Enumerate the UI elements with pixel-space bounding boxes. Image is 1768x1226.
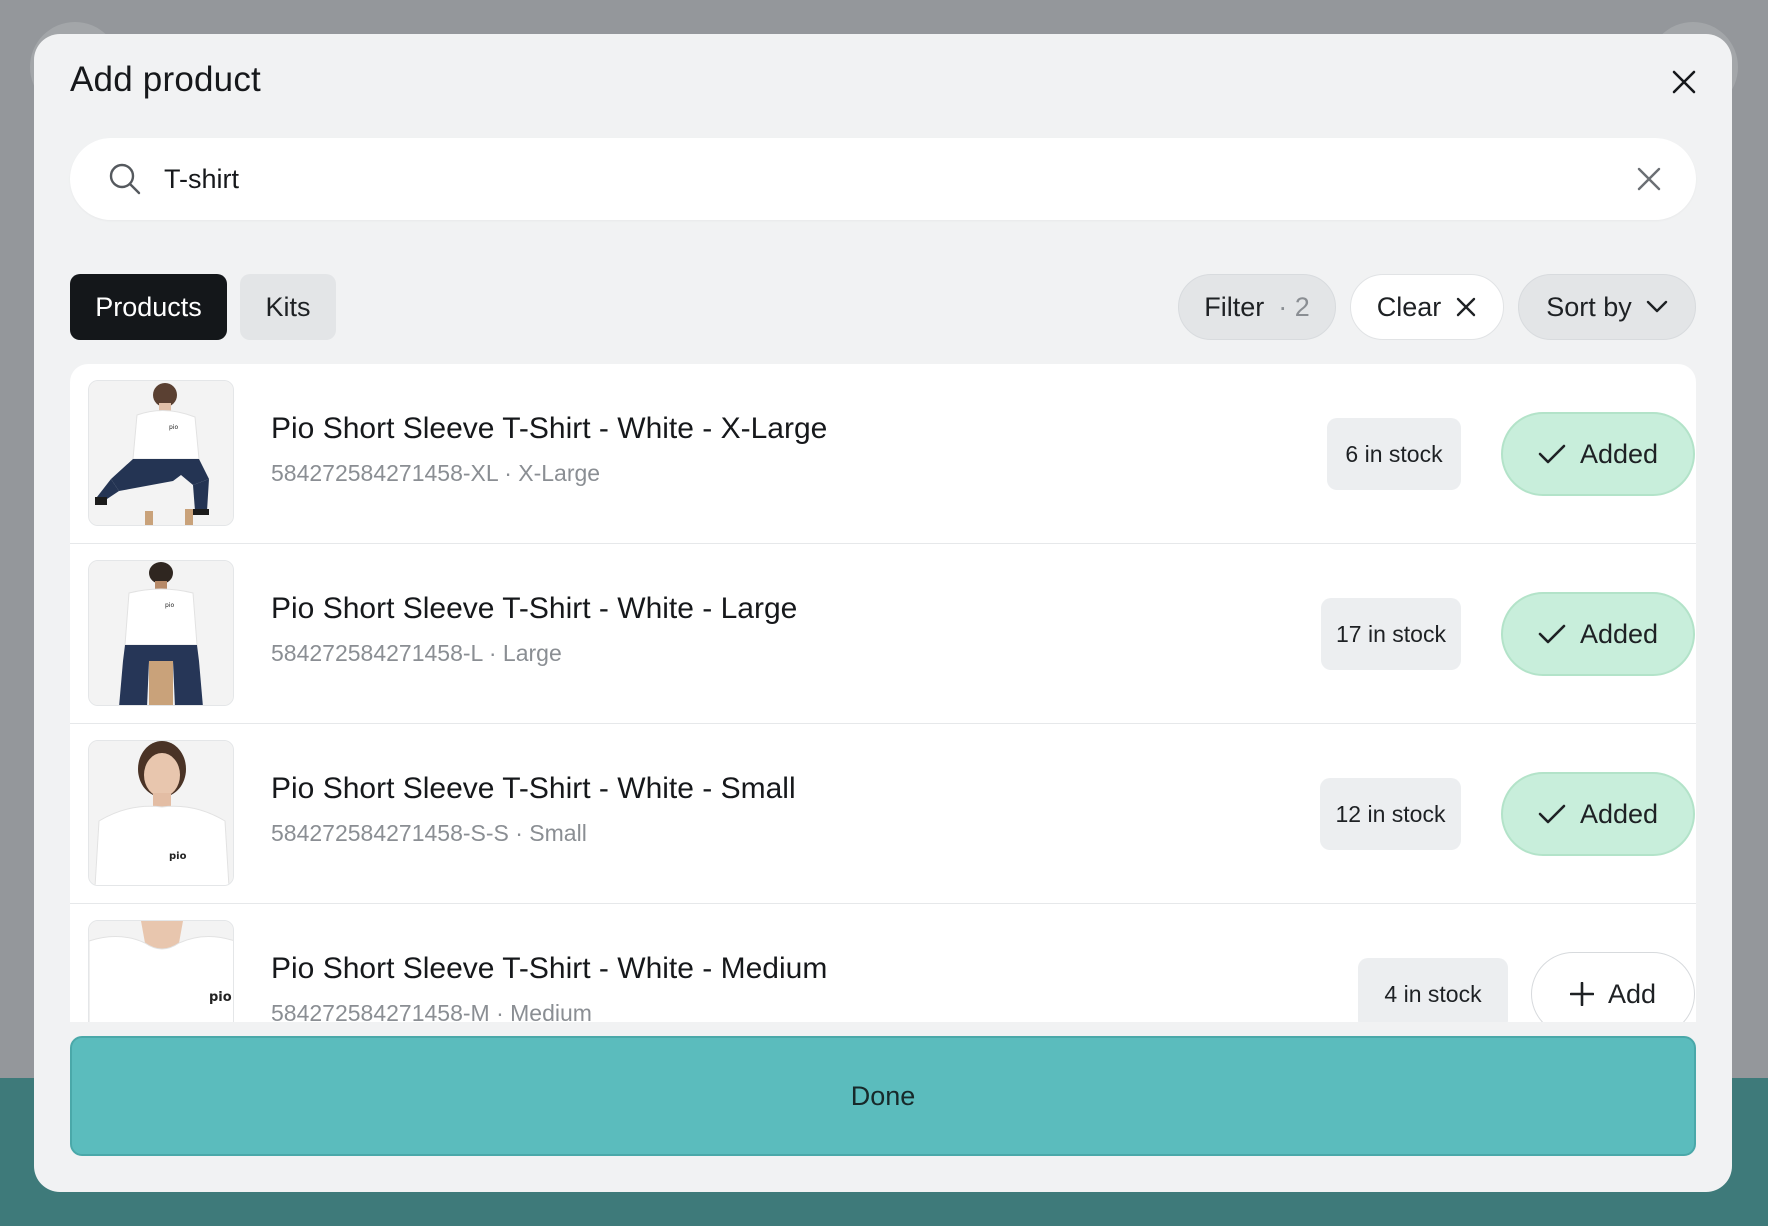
add-product-modal: Add product Products Kits Filter · 2 Cle… xyxy=(34,34,1732,1192)
added-button[interactable]: Added xyxy=(1501,592,1695,676)
product-row: pio Pio Short Sleeve T-Shirt - White - S… xyxy=(70,724,1696,904)
product-thumbnail: pio xyxy=(88,380,234,526)
svg-text:pio: pio xyxy=(209,990,232,1005)
chevron-down-icon xyxy=(1646,300,1667,313)
product-sku: 584272584271458-XL · X-Large xyxy=(271,460,601,486)
modal-title: Add product xyxy=(70,60,261,99)
product-sku: 584272584271458-M · Medium xyxy=(271,1000,592,1022)
product-sku: 584272584271458-L · Large xyxy=(271,640,562,666)
sort-by-button[interactable]: Sort by xyxy=(1518,274,1696,340)
svg-text:pio: pio xyxy=(165,602,174,609)
added-label: Added xyxy=(1579,618,1659,649)
plus-icon xyxy=(1569,982,1594,1006)
product-list: pio Pio Short Sleeve T-Shirt - White - X… xyxy=(70,364,1696,1022)
added-label: Added xyxy=(1579,798,1659,829)
close-button[interactable] xyxy=(1666,64,1702,100)
clear-label: Clear xyxy=(1376,291,1442,322)
added-label: Added xyxy=(1579,438,1659,469)
close-icon xyxy=(1457,297,1476,317)
add-label: Add xyxy=(1607,978,1657,1009)
sort-label: Sort by xyxy=(1546,291,1632,322)
tab-products[interactable]: Products xyxy=(70,274,227,340)
product-title: Pio Short Sleeve T-Shirt - White - Small xyxy=(271,772,796,805)
filter-label: Filter xyxy=(1204,291,1265,322)
product-row: pio Pio Short Sleeve T-Shirt - White - M… xyxy=(70,904,1696,1022)
product-sku: 584272584271458-S-S · Small xyxy=(271,820,587,846)
check-icon xyxy=(1538,444,1566,464)
check-icon xyxy=(1538,804,1566,824)
filter-count: · 2 xyxy=(1278,291,1310,322)
svg-text:pio: pio xyxy=(169,851,187,862)
product-thumbnail: pio xyxy=(88,740,234,886)
added-button[interactable]: Added xyxy=(1501,412,1695,496)
done-button[interactable]: Done xyxy=(70,1036,1696,1156)
stock-badge: 12 in stock xyxy=(1320,778,1461,850)
stock-badge: 6 in stock xyxy=(1327,418,1461,490)
product-title: Pio Short Sleeve T-Shirt - White - X-Lar… xyxy=(271,412,828,445)
add-button[interactable]: Add xyxy=(1531,952,1695,1022)
product-row: pio Pio Short Sleeve T-Shirt - White - L… xyxy=(70,544,1696,724)
clear-search-icon[interactable] xyxy=(1632,162,1666,196)
product-title: Pio Short Sleeve T-Shirt - White - Mediu… xyxy=(271,952,828,985)
product-title: Pio Short Sleeve T-Shirt - White - Large xyxy=(271,592,798,625)
clear-filters-button[interactable]: Clear xyxy=(1350,274,1504,340)
product-thumbnail: pio xyxy=(88,920,234,1022)
added-button[interactable]: Added xyxy=(1501,772,1695,856)
tab-kits[interactable]: Kits xyxy=(240,274,336,340)
filter-button[interactable]: Filter · 2 xyxy=(1178,274,1336,340)
search-input[interactable] xyxy=(164,138,1564,220)
svg-text:pio: pio xyxy=(169,424,178,431)
stock-badge: 4 in stock xyxy=(1358,958,1508,1022)
product-row: pio Pio Short Sleeve T-Shirt - White - X… xyxy=(70,364,1696,544)
product-thumbnail: pio xyxy=(88,560,234,706)
search-bar xyxy=(70,138,1696,220)
close-icon xyxy=(1672,70,1696,94)
check-icon xyxy=(1538,624,1566,644)
stock-badge: 17 in stock xyxy=(1321,598,1461,670)
search-icon xyxy=(109,163,141,195)
